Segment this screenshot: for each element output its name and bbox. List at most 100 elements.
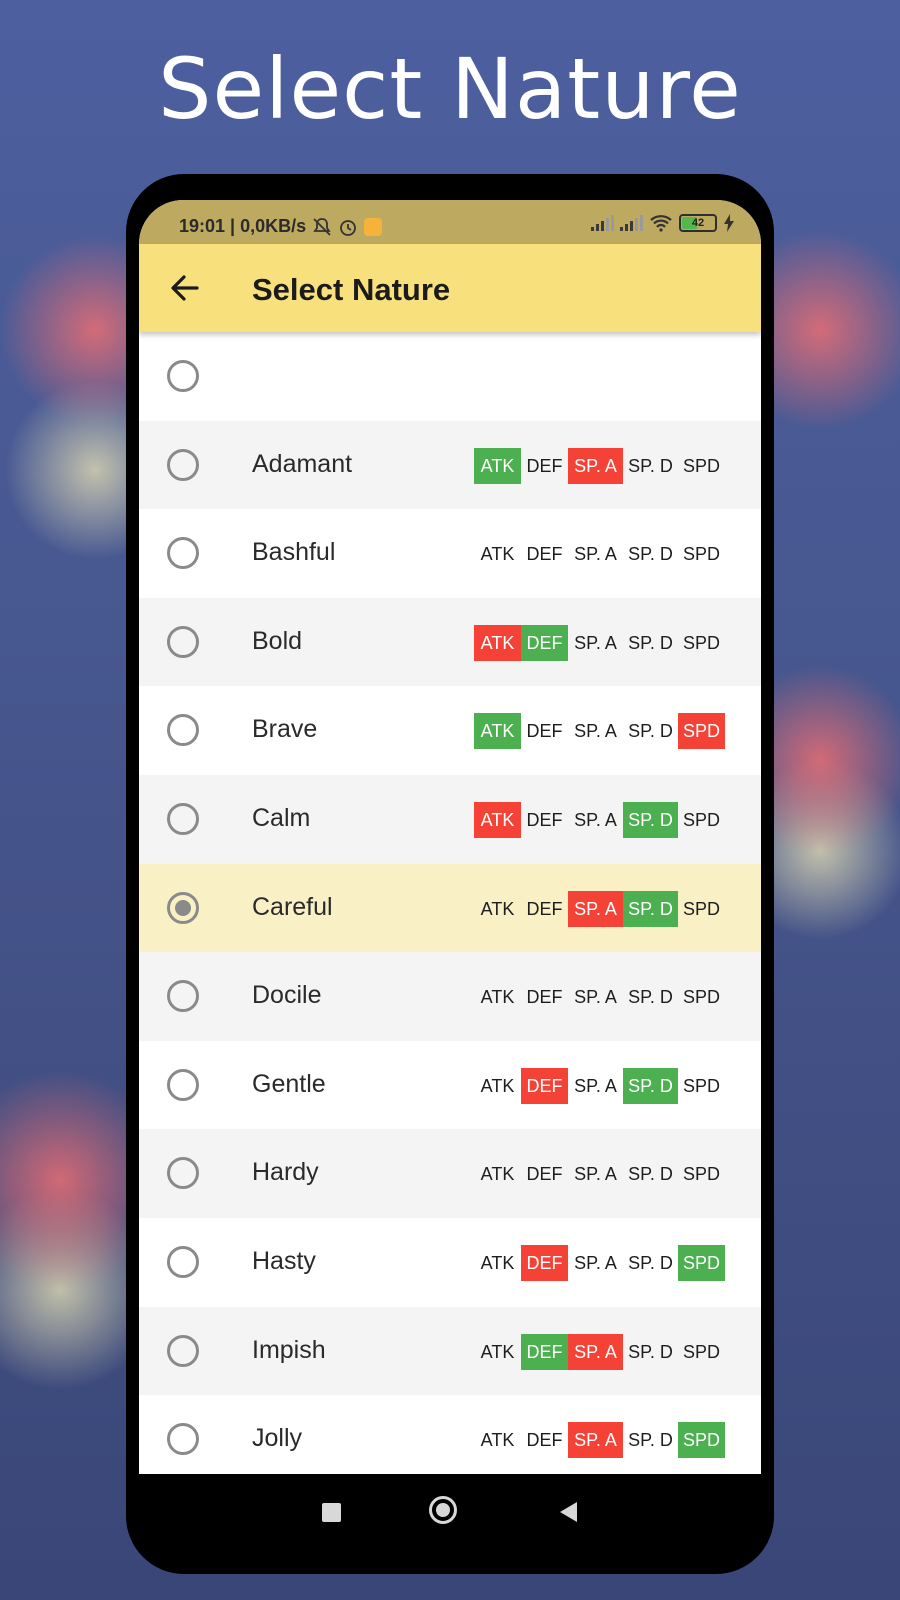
nav-back-icon[interactable] <box>557 1500 579 1524</box>
nature-name: Bold <box>252 626 303 655</box>
stat-label: SP. A <box>574 1075 617 1096</box>
radio-button[interactable] <box>167 625 199 658</box>
back-arrow-icon[interactable] <box>165 268 205 308</box>
nature-name: Impish <box>252 1335 326 1364</box>
system-nav-bar <box>139 1474 761 1548</box>
stat-label: ATK <box>480 1341 515 1362</box>
radio-button[interactable] <box>167 1334 199 1367</box>
stat-modifiers: ATK DEF SP. A SP. D SPD <box>474 801 725 838</box>
stat-label: SPD <box>682 1164 720 1185</box>
stat-label: SPD <box>682 1075 720 1096</box>
radio-button[interactable] <box>167 537 199 570</box>
radio-button[interactable] <box>167 1245 199 1278</box>
stat-label: DEF <box>526 1164 563 1185</box>
stat-label: SPD <box>682 898 720 919</box>
stat-label: SP. A <box>574 632 617 653</box>
nature-row[interactable]: Adamant ATK DEF SP. A SP. D SPD <box>139 420 761 510</box>
stat-label: ATK <box>474 713 521 750</box>
stat-label: DEF <box>526 455 563 476</box>
stat-label: ATK <box>474 801 521 838</box>
nature-name: Brave <box>252 715 318 744</box>
stat-label: SP. D <box>628 632 673 653</box>
alarm-icon <box>340 219 357 236</box>
nature-row[interactable]: Docile ATK DEF SP. A SP. D SPD <box>139 952 761 1041</box>
nature-name: Gentle <box>252 1069 326 1098</box>
nature-name: Jolly <box>252 1424 303 1453</box>
status-time-speed: 19:01 | 0,0KB/s <box>179 216 307 236</box>
stat-modifiers: ATK DEF SP. A SP. D SPD <box>474 1244 725 1281</box>
app-bar: Select Nature <box>139 244 761 332</box>
nature-row[interactable]: Impish ATK DEF SP. A SP. D SPD <box>139 1306 761 1396</box>
page-title: Select Nature <box>252 272 451 307</box>
stat-modifiers: ATK DEF SP. A SP. D SPD <box>474 890 725 927</box>
recent-apps-icon[interactable] <box>322 1503 341 1522</box>
nature-name: Hardy <box>252 1158 319 1187</box>
stat-label: SPD <box>678 713 725 750</box>
nature-row[interactable]: Hasty ATK DEF SP. A SP. D SPD <box>139 1217 761 1307</box>
stat-label: SPD <box>682 1341 720 1362</box>
stat-label: SPD <box>678 1422 725 1459</box>
stat-label: SP. A <box>568 447 623 484</box>
stat-label: ATK <box>480 1075 515 1096</box>
stat-modifiers: ATK DEF SP. A SP. D SPD <box>474 1156 725 1192</box>
stat-label: ATK <box>474 624 521 661</box>
nature-name: Calm <box>252 803 311 832</box>
stat-modifiers: ATK DEF SP. A SP. D SPD <box>474 979 725 1015</box>
mute-icon <box>313 217 331 236</box>
nature-row[interactable]: Brave ATK DEF SP. A SP. D SPD <box>139 686 761 775</box>
radio-button-selected[interactable] <box>167 891 199 924</box>
radio-button[interactable] <box>167 1423 199 1456</box>
stat-label: SP. D <box>628 544 673 565</box>
stat-label: SP. D <box>623 890 678 927</box>
stat-modifiers: ATK DEF SP. A SP. D SPD <box>474 624 725 661</box>
stat-label: SP. D <box>628 1164 673 1185</box>
battery-icon: 42 <box>679 214 717 232</box>
stat-modifiers: ATK DEF SP. A SP. D SPD <box>474 1067 725 1104</box>
stat-label: DEF <box>521 1067 568 1104</box>
nature-row[interactable]: Jolly ATK DEF SP. A SP. D SPD <box>139 1395 761 1474</box>
home-icon[interactable] <box>429 1496 457 1524</box>
stat-label: DEF <box>526 809 563 830</box>
stat-label: SP. A <box>568 1422 623 1459</box>
radio-button[interactable] <box>167 1068 199 1101</box>
nature-row[interactable]: Gentle ATK DEF SP. A SP. D SPD <box>139 1040 761 1130</box>
nature-row[interactable]: Bold ATK DEF SP. A SP. D SPD <box>139 597 761 687</box>
signal-icon <box>620 215 643 231</box>
radio-button[interactable] <box>167 714 199 747</box>
nature-row[interactable] <box>139 332 761 421</box>
nature-row[interactable]: Hardy ATK DEF SP. A SP. D SPD <box>139 1129 761 1218</box>
nature-name: Careful <box>252 892 333 921</box>
stat-modifiers: ATK DEF SP. A SP. D SPD <box>474 1422 725 1459</box>
radio-button[interactable] <box>167 802 199 835</box>
charging-icon <box>724 214 734 232</box>
wifi-icon <box>650 215 672 232</box>
stat-label: SP. D <box>628 455 673 476</box>
nature-row[interactable]: Calm ATK DEF SP. A SP. D SPD <box>139 774 761 864</box>
stat-label: SP. A <box>574 809 617 830</box>
stat-label: DEF <box>526 721 563 742</box>
screen: 19:01 | 0,0KB/s 42 Select Nature Adamant… <box>139 200 761 1474</box>
stat-label: SP. D <box>628 987 673 1008</box>
stat-label: DEF <box>526 544 563 565</box>
stat-label: DEF <box>521 1333 568 1370</box>
notification-icon <box>364 217 383 236</box>
nature-name: Docile <box>252 981 322 1010</box>
stat-label: SPD <box>682 455 720 476</box>
stat-label: SP. D <box>623 801 678 838</box>
status-bar: 19:01 | 0,0KB/s 42 <box>139 200 761 244</box>
radio-button[interactable] <box>167 360 199 392</box>
stat-modifiers: ATK DEF SP. A SP. D SPD <box>474 713 725 750</box>
radio-button[interactable] <box>167 1157 199 1190</box>
battery-level: 42 <box>691 217 705 229</box>
stat-label: SP. D <box>623 1067 678 1104</box>
stat-label: DEF <box>526 1430 563 1451</box>
stat-modifiers: ATK DEF SP. A SP. D SPD <box>474 447 725 484</box>
radio-button[interactable] <box>167 980 199 1013</box>
radio-button[interactable] <box>167 448 199 481</box>
nature-row[interactable]: Bashful ATK DEF SP. A SP. D SPD <box>139 509 761 598</box>
stat-label: DEF <box>526 987 563 1008</box>
nature-row[interactable]: Careful ATK DEF SP. A SP. D SPD <box>139 863 761 953</box>
stat-label: DEF <box>526 898 563 919</box>
stat-label: ATK <box>480 898 515 919</box>
stat-label: SP. A <box>574 1164 617 1185</box>
